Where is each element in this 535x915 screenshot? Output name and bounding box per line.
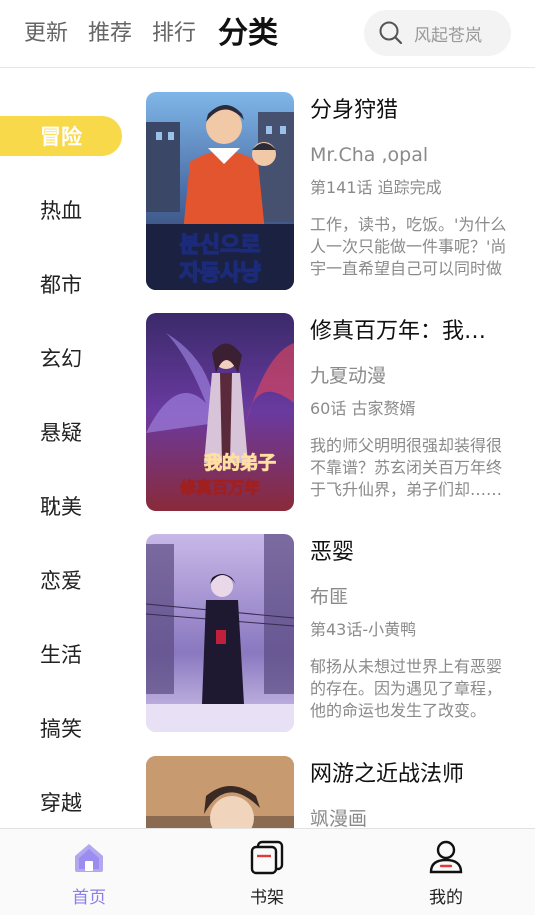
comic-list-item[interactable]: 恶婴 布匪 第43话-小黄鸭 郁扬从未想过世界上有恶婴的存在。因为遇见了章程，他… <box>146 534 526 734</box>
nav-home[interactable]: 首页 <box>29 829 149 915</box>
home-icon <box>75 844 103 872</box>
tab-update[interactable]: 更新 <box>24 23 68 45</box>
category-item-adventure[interactable]: 冒险 <box>0 116 122 156</box>
comic-info: 分身狩猎 Mr.Cha ,opal 第141话 追踪完成 工作，读书，吃饭。'为… <box>310 92 510 280</box>
top-header: 更新 推荐 排行 分类 风起苍岚 <box>0 0 535 68</box>
comic-list: 분신으로 자동사냥 分身狩猎 Mr.Cha ,opal 第141话 追踪完成 工… <box>146 68 535 828</box>
comic-description: 我的师父明明很强却装得很不靠谱？苏玄闭关百万年终于飞升仙界，弟子们却…… <box>310 436 503 499</box>
comic-cover[interactable] <box>146 756 294 828</box>
top-tabs: 更新 推荐 排行 分类 <box>24 0 298 68</box>
search-box[interactable]: 风起苍岚 <box>364 10 511 56</box>
search-icon <box>379 21 403 45</box>
comic-title: 修真百万年：我… <box>310 319 487 344</box>
comic-cover-art <box>146 534 294 732</box>
comic-author: 飒漫画 <box>310 808 368 828</box>
category-item-bl[interactable]: 耽美 <box>0 486 122 526</box>
comic-latest-chapter: 第141话 追踪完成 <box>310 178 442 197</box>
comic-cover[interactable] <box>146 534 294 732</box>
tab-category[interactable]: 分类 <box>218 19 278 49</box>
comic-latest-chapter: 60话 古家赘婿 <box>310 399 416 418</box>
nav-bookshelf-label: 书架 <box>250 888 284 908</box>
comic-info: 网游之近战法师 飒漫画 <box>310 756 510 828</box>
nav-profile[interactable]: 我的 <box>386 829 506 915</box>
svg-text:자동사냥: 자동사냥 <box>180 261 261 286</box>
comic-list-item[interactable]: 网游之近战法师 飒漫画 <box>146 756 526 828</box>
tab-recommend[interactable]: 推荐 <box>88 23 132 45</box>
comic-description: 工作，读书，吃饭。'为什么人一次只能做一件事呢？'尚宇一直希望自己可以同时做很多… <box>310 215 507 278</box>
comic-description: 郁扬从未想过世界上有恶婴的存在。因为遇见了章程，他的命运也发生了改变。 <box>310 657 503 720</box>
nav-bookshelf[interactable]: 书架 <box>207 829 327 915</box>
category-sidebar: 冒险 热血 都市 玄幻 悬疑 耽美 恋爱 生活 搞笑 穿越 <box>0 68 130 828</box>
category-item-hot-blood[interactable]: 热血 <box>0 190 122 230</box>
nav-home-label: 首页 <box>72 888 106 908</box>
nav-profile-label: 我的 <box>429 888 463 908</box>
comic-list-item[interactable]: 我的弟子 修真百万年 修真百万年：我… 九夏动漫 60话 古家赘婿 我的师父明明… <box>146 313 526 513</box>
category-item-fantasy[interactable]: 玄幻 <box>0 338 122 378</box>
comic-author: 布匪 <box>310 586 349 608</box>
svg-text:修真百万年: 修真百万年 <box>179 478 260 497</box>
comic-title: 恶婴 <box>310 540 355 565</box>
comic-cover-art: 분신으로 자동사냥 <box>146 92 294 290</box>
profile-icon <box>429 840 463 874</box>
svg-text:我的弟子: 我的弟子 <box>204 452 276 474</box>
comic-latest-chapter: 第43话-小黄鸭 <box>310 620 417 639</box>
comic-cover-art: 我的弟子 修真百万年 <box>146 313 294 511</box>
category-item-mystery[interactable]: 悬疑 <box>0 412 122 452</box>
category-item-romance[interactable]: 恋爱 <box>0 560 122 600</box>
comic-author: Mr.Cha ,opal <box>310 144 429 166</box>
comic-cover-art <box>146 756 294 828</box>
bottom-nav: 首页 书架 我的 <box>0 828 535 915</box>
comic-info: 修真百万年：我… 九夏动漫 60话 古家赘婿 我的师父明明很强却装得很不靠谱？苏… <box>310 313 510 501</box>
search-placeholder: 风起苍岚 <box>414 25 482 46</box>
bookshelf-icon <box>250 840 284 875</box>
comic-info: 恶婴 布匪 第43话-小黄鸭 郁扬从未想过世界上有恶婴的存在。因为遇见了章程，他… <box>310 534 510 722</box>
svg-text:분신으로: 분신으로 <box>180 233 261 258</box>
tab-ranking[interactable]: 排行 <box>152 23 196 45</box>
comic-cover[interactable]: 분신으로 자동사냥 <box>146 92 294 290</box>
comic-title: 网游之近战法师 <box>310 762 465 787</box>
comic-author: 九夏动漫 <box>310 365 387 387</box>
category-item-time-travel[interactable]: 穿越 <box>0 782 122 822</box>
comic-list-item[interactable]: 분신으로 자동사냥 分身狩猎 Mr.Cha ,opal 第141话 追踪完成 工… <box>146 92 526 292</box>
comic-title: 分身狩猎 <box>310 98 399 123</box>
category-item-urban[interactable]: 都市 <box>0 264 122 304</box>
category-item-comedy[interactable]: 搞笑 <box>0 708 122 748</box>
category-item-life[interactable]: 生活 <box>0 634 122 674</box>
comic-cover[interactable]: 我的弟子 修真百万年 <box>146 313 294 511</box>
